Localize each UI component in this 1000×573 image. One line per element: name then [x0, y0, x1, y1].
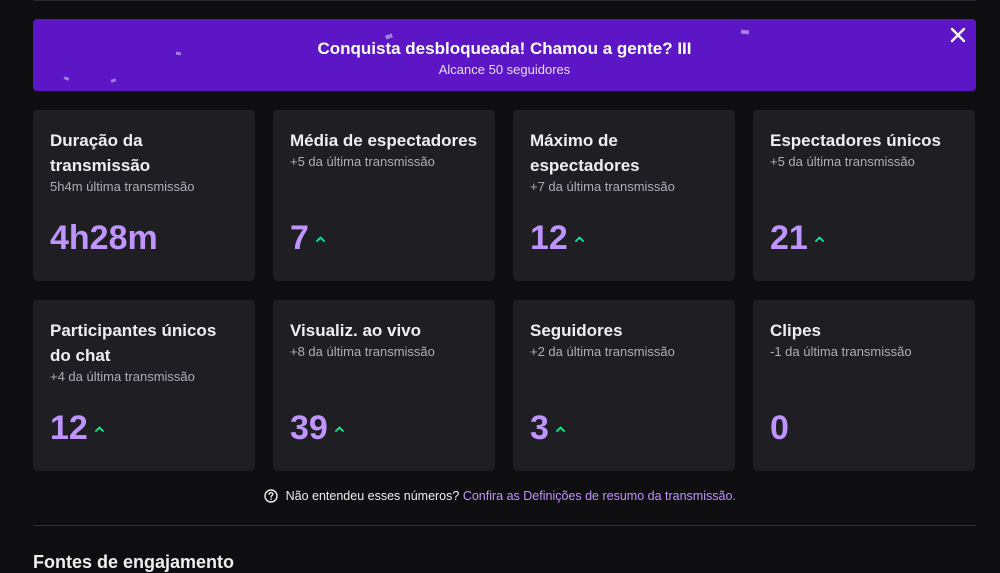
- stat-value: 7: [290, 219, 309, 257]
- banner-subtitle: Alcance 50 seguidores: [438, 62, 571, 77]
- stat-card-unique-chatters: Participantes únicos do chat +4 da últim…: [33, 300, 255, 471]
- stat-value-row: 12: [530, 220, 584, 256]
- stat-value-row: 12: [50, 410, 104, 446]
- help-text: Não entendeu esses números?: [285, 489, 460, 503]
- stat-value: 4h28m: [50, 219, 158, 257]
- top-divider: [33, 0, 976, 1]
- trend-up-icon: [814, 236, 824, 242]
- confetti-piece: [110, 78, 117, 83]
- stat-comparison: +5 da última transmissão: [290, 154, 435, 169]
- stat-label: Máximo de espectadores: [530, 131, 640, 175]
- stat-label: Clipes: [770, 321, 822, 340]
- stat-value: 12: [530, 219, 568, 257]
- stat-value-row: 4h28m: [50, 220, 158, 256]
- stat-card-clips: Clipes -1 da última transmissão 0: [753, 300, 975, 471]
- banner-title: Conquista desbloqueada! Chamou a gente? …: [317, 39, 692, 58]
- stat-value: 12: [50, 409, 88, 447]
- close-button[interactable]: [948, 25, 968, 45]
- stat-card-max-viewers: Máximo de espectadores +7 da última tran…: [513, 110, 735, 281]
- trend-up-icon: [334, 426, 344, 432]
- confetti-piece: [740, 29, 750, 35]
- achievement-banner: Conquista desbloqueada! Chamou a gente? …: [33, 19, 976, 91]
- stat-value-row: 7: [290, 220, 325, 256]
- trend-up-icon: [556, 426, 565, 432]
- stat-value: 21: [770, 219, 808, 257]
- stat-value: 0: [770, 409, 789, 447]
- question-circle-icon: [264, 489, 278, 503]
- close-icon: [950, 27, 966, 43]
- section-heading: Fontes de engajamento: [33, 552, 235, 572]
- stat-card-live-views: Visualiz. ao vivo +8 da última transmiss…: [273, 300, 495, 471]
- stat-value: 39: [290, 409, 328, 447]
- stat-value-row: 0: [770, 410, 789, 446]
- stat-value: 3: [530, 409, 549, 447]
- stat-label: Média de espectadores: [290, 131, 478, 150]
- stat-comparison: +8 da última transmissão: [290, 344, 435, 359]
- stat-value-row: 3: [530, 410, 565, 446]
- trend-up-icon: [316, 236, 325, 242]
- trend-up-icon: [574, 236, 584, 242]
- stat-comparison: +7 da última transmissão: [530, 179, 675, 194]
- stat-value-row: 21: [770, 220, 824, 256]
- stat-comparison: -1 da última transmissão: [770, 344, 912, 359]
- stat-card-followers: Seguidores +2 da última transmissão 3: [513, 300, 735, 471]
- stat-comparison: +4 da última transmissão: [50, 369, 195, 384]
- stat-label: Visualiz. ao vivo: [290, 321, 422, 340]
- help-line: Não entendeu esses números? Confira as D…: [0, 489, 1000, 503]
- stat-card-stream-duration: Duração da transmissão 5h4m última trans…: [33, 110, 255, 281]
- stat-label: Espectadores únicos: [770, 131, 942, 150]
- stats-grid: Duração da transmissão 5h4m última trans…: [33, 110, 976, 471]
- stream-summary-definitions-link[interactable]: Confira as Definições de resumo da trans…: [463, 489, 736, 503]
- stat-card-average-viewers: Média de espectadores +5 da última trans…: [273, 110, 495, 281]
- stat-label: Participantes únicos do chat: [50, 321, 217, 365]
- stat-comparison: 5h4m última transmissão: [50, 179, 195, 194]
- stat-value-row: 39: [290, 410, 344, 446]
- section-divider: [33, 525, 976, 526]
- stat-label: Seguidores: [530, 321, 623, 340]
- stat-label: Duração da transmissão: [50, 131, 151, 175]
- stat-comparison: +5 da última transmissão: [770, 154, 915, 169]
- trend-up-icon: [94, 426, 104, 432]
- stat-card-unique-viewers: Espectadores únicos +5 da última transmi…: [753, 110, 975, 281]
- stat-comparison: +2 da última transmissão: [530, 344, 675, 359]
